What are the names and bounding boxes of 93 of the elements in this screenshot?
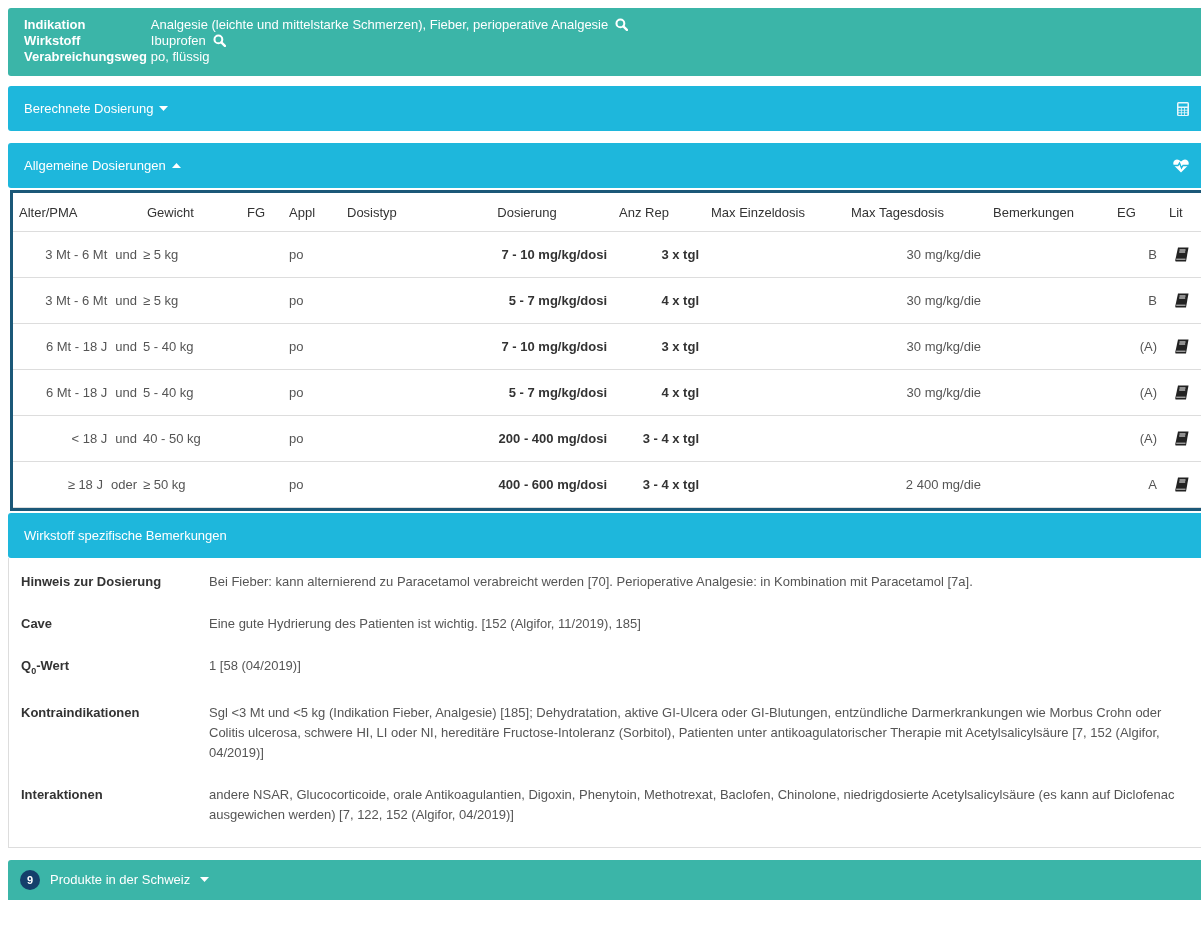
repetition-cell: 4 x tgl	[661, 385, 699, 400]
summary-value: Analgesie (leichte und mittelstarke Schmerzen), Fieber, perioperative Analgesie	[150, 17, 609, 32]
age-range: ≥ 18 J	[67, 477, 103, 492]
repetition-cell: 3 x tgl	[661, 247, 699, 262]
book-icon[interactable]	[1175, 293, 1189, 308]
remark-label: Kontraindikationen	[21, 703, 141, 722]
book-icon[interactable]	[1175, 247, 1189, 262]
column-header: Lit	[1163, 193, 1201, 232]
column-header: FG	[241, 193, 283, 232]
remark-text: Eine gute Hydrierung des Patienten ist wichtig. [152 (Algifor, 11/2019), 185]	[209, 615, 642, 633]
summary-value: po, flüssig	[150, 49, 210, 64]
remark-text: Bei Fieber: kann alternierend zu Paracetamol verabreicht werden [70]. Perioperative Analgesie: in Kombination mit Paracetamol [7a].	[209, 573, 974, 591]
caret-icon	[171, 163, 181, 168]
column-header: EG	[1111, 193, 1163, 232]
panel-header[interactable]: Berechnete Dosierung	[8, 86, 1201, 131]
column-header: Max Einzeldosis	[705, 193, 845, 232]
book-icon[interactable]	[1175, 431, 1189, 446]
summary-label: Indikation	[24, 17, 87, 32]
max-daily-dose: 30 mg/kg/die	[906, 293, 981, 308]
column-header: Alter/PMA	[13, 193, 141, 232]
evidence-grade: (A)	[1139, 385, 1157, 400]
remark-text: Sgl <3 Mt und <5 kg (Indikation Fieber, Analgesie) [185]; Dehydratation, aktive GI-Ulcera oder GI-Blutungen, entzündliche Darmerkrankungen wie Morbus Crohn oder Colitis ulcerosa, schwere HI, LI oder NI, hereditäre Fructose-Intoleranz (Sorbitol), Patienten unter antikoagulatorischer Therapie mit Acetylsalicylsäure [7, 152 (Algifor, 04/2019)]	[209, 703, 1163, 762]
dose-cell: 5 - 7 mg/kg/dosi	[508, 293, 607, 308]
conjunction: und	[115, 431, 137, 446]
conjunction: und	[115, 293, 137, 308]
route-cell: po	[289, 247, 304, 262]
column-header: Gewicht	[141, 193, 241, 232]
age-range: 6 Mt - 18 J	[45, 339, 108, 354]
panel-header[interactable]: Allgemeine Dosierungen	[8, 143, 1201, 188]
remark-label: Q$_{0}$-Wert	[21, 657, 71, 678]
evidence-grade: A	[1148, 477, 1157, 492]
max-daily-dose: 30 mg/kg/die	[906, 385, 981, 400]
remark-label: Hinweis zur Dosierung	[21, 573, 163, 591]
remark-label: Cave	[21, 615, 54, 633]
weight-range: ≥ 50 kg	[143, 477, 186, 492]
age-range: < 18 J	[71, 431, 108, 446]
age-range: 3 Mt - 6 Mt	[45, 247, 108, 262]
panel-title: Produkte in der Schweiz	[50, 872, 191, 888]
route-cell: po	[289, 431, 304, 446]
column-header: Bemerkungen	[987, 193, 1111, 232]
weight-range: 40 - 50 kg	[143, 431, 201, 446]
conjunction: oder	[110, 477, 137, 492]
caret-icon	[200, 877, 210, 883]
column-header: Dosistyp	[341, 193, 441, 232]
panel-header[interactable]: 9 Produkte in der Schweiz	[8, 859, 1201, 900]
caret-icon	[159, 106, 169, 111]
max-daily-dose: 30 mg/kg/die	[906, 247, 981, 262]
max-daily-dose: 30 mg/kg/die	[906, 339, 981, 354]
summary-label: Verabreichungsweg	[24, 49, 147, 64]
weight-range: 5 - 40 kg	[143, 385, 194, 400]
count-badge: 9	[20, 869, 40, 890]
evidence-grade: (A)	[1139, 339, 1157, 354]
book-icon[interactable]	[1175, 477, 1189, 492]
repetition-cell: 3 x tgl	[661, 339, 699, 354]
weight-range: ≥ 5 kg	[143, 293, 179, 308]
age-range: 6 Mt - 18 J	[45, 385, 108, 400]
weight-range: ≥ 5 kg	[143, 247, 179, 262]
age-range: 3 Mt - 6 Mt	[45, 293, 108, 308]
panel-title: Wirkstoff spezifische Bemerkungen	[24, 528, 227, 543]
remark-text: 1 [58 (04/2019)]	[209, 657, 302, 675]
book-icon[interactable]	[1175, 339, 1189, 354]
summary-value: Ibuprofen	[150, 33, 206, 48]
book-icon[interactable]	[1175, 385, 1189, 400]
conjunction: und	[115, 247, 137, 262]
route-cell: po	[289, 385, 304, 400]
panel-header[interactable]: Wirkstoff spezifische Bemerkungen	[8, 513, 1201, 558]
repetition-cell: 3 - 4 x tgl	[642, 431, 699, 446]
column-header: Max Tagesdosis	[845, 193, 987, 232]
column-header: Anz Rep	[613, 193, 705, 232]
dose-cell: 7 - 10 mg/kg/dosi	[501, 339, 607, 354]
summary-label: Wirkstoff	[24, 33, 82, 48]
remark-text: andere NSAR, Glucocorticoide, orale Antikoagulantien, Digoxin, Phenytoin, Methotrexat, Baclofen, Chinolone, niedrigdosierte Acetylsalicylsäure (es kann auf Diclofenac ausgewichen werden) [7, 122, 152 (Algifor, 04/2019)]	[209, 785, 1176, 824]
column-header: Dosierung	[441, 193, 613, 232]
evidence-grade: B	[1148, 293, 1157, 308]
dose-cell: 7 - 10 mg/kg/dosi	[501, 247, 607, 262]
repetition-cell: 3 - 4 x tgl	[642, 477, 699, 492]
route-cell: po	[289, 293, 304, 308]
route-cell: po	[289, 477, 304, 492]
evidence-grade: (A)	[1139, 431, 1157, 446]
conjunction: und	[115, 339, 137, 354]
panel-title: Allgemeine Dosierungen	[24, 158, 166, 173]
max-daily-dose: 2 400 mg/die	[905, 477, 981, 492]
route-cell: po	[289, 339, 304, 354]
remark-label: Interaktionen	[21, 785, 104, 804]
repetition-cell: 4 x tgl	[661, 293, 699, 308]
dose-cell: 200 - 400 mg/dosi	[498, 431, 607, 446]
dose-cell: 5 - 7 mg/kg/dosi	[508, 385, 607, 400]
column-header: Appl	[283, 193, 341, 232]
dose-cell: 400 - 600 mg/dosi	[498, 477, 607, 492]
panel-title: Berechnete Dosierung	[24, 101, 154, 116]
weight-range: 5 - 40 kg	[143, 339, 194, 354]
conjunction: und	[115, 385, 137, 400]
evidence-grade: B	[1148, 247, 1157, 262]
